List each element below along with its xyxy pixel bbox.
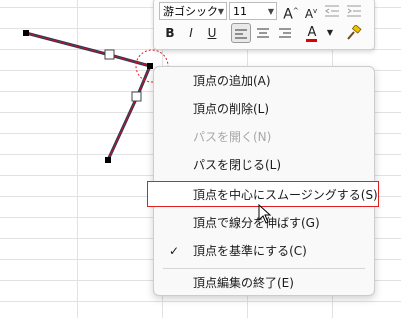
menu-item-label: 頂点の削除(L) (193, 102, 270, 116)
decrease-indent-icon (325, 5, 339, 17)
align-right-icon (279, 28, 291, 38)
align-center-button[interactable] (253, 23, 273, 43)
font-size-combobox[interactable]: 11 ▼ (229, 2, 277, 20)
grow-font-icon: A (283, 6, 293, 23)
decrease-indent-button[interactable] (322, 1, 342, 21)
format-painter-button[interactable] (344, 23, 364, 43)
checkmark-icon: ✓ (169, 244, 180, 258)
font-color-button[interactable]: A (302, 23, 322, 43)
increase-indent-icon (347, 5, 361, 17)
mini-toolbar: 游ゴシック ▼ 11 ▼ A^ Av B I U A ▼ (153, 0, 375, 50)
font-size-value: 11 (233, 5, 247, 18)
bezier-control-handle[interactable] (104, 49, 115, 60)
menu-item-open-path: パスを開く(N) (154, 125, 374, 149)
font-name-combobox[interactable]: 游ゴシック ▼ (159, 2, 227, 20)
menu-item-label: パスを閉じる(L) (193, 158, 282, 172)
align-left-button[interactable] (231, 23, 251, 43)
menu-item-label: 頂点を基準にする(C) (193, 244, 307, 258)
menu-item-delete-point[interactable]: 頂点の削除(L) (154, 97, 374, 121)
font-name-value: 游ゴシック (163, 5, 218, 18)
format-painter-icon (347, 24, 362, 40)
menu-item-label: 頂点編集の終了(E) (193, 276, 294, 290)
menu-item-label: 頂点の追加(A) (193, 74, 271, 88)
menu-item-corner-point[interactable]: ✓ 頂点を基準にする(C) (154, 239, 374, 263)
align-center-icon (257, 28, 269, 38)
increase-indent-button[interactable] (344, 1, 364, 21)
shrink-font-button[interactable]: Av (301, 1, 321, 21)
align-right-button[interactable] (275, 23, 295, 43)
context-menu: 頂点の追加(A) 頂点の削除(L) パスを開く(N) パスを閉じる(L) 頂点を… (147, 66, 379, 296)
chevron-down-icon[interactable]: ▼ (268, 3, 274, 21)
menu-item-label: 頂点で線分を伸ばす(G) (193, 216, 320, 230)
font-color-swatch (306, 39, 317, 42)
bold-button[interactable]: B (160, 23, 180, 43)
font-color-dropdown[interactable]: ▼ (320, 23, 340, 43)
italic-button[interactable]: I (181, 23, 201, 43)
underline-button[interactable]: U (202, 23, 222, 43)
menu-item-label: パスを開く(N) (193, 130, 272, 144)
mouse-cursor-icon (258, 204, 272, 224)
grow-font-button[interactable]: A^ (281, 1, 301, 23)
selected-vertex-handle[interactable] (147, 63, 153, 69)
menu-item-add-point[interactable]: 頂点の追加(A) (154, 69, 374, 93)
vertex-handle[interactable] (105, 157, 111, 163)
menu-separator (163, 268, 365, 269)
vertex-handle[interactable] (23, 30, 29, 36)
shrink-font-icon: A (304, 7, 314, 21)
bezier-control-handle[interactable] (131, 91, 142, 102)
align-left-icon (235, 29, 247, 39)
menu-item-close-path[interactable]: パスを閉じる(L) (154, 153, 374, 177)
menu-item-label: 頂点を中心にスムージングする(S) (193, 188, 378, 202)
font-color-icon: A (307, 25, 317, 40)
chevron-down-icon[interactable]: ▼ (218, 3, 224, 21)
menu-item-exit-edit-points[interactable]: 頂点編集の終了(E) (154, 271, 374, 295)
